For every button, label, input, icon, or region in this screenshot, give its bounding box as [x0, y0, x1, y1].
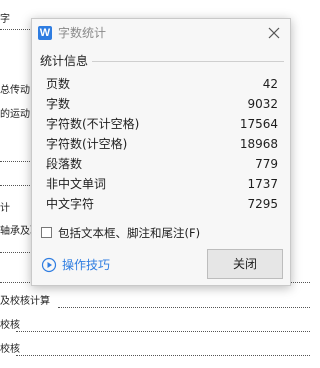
stat-row-chars-with-spaces: 字符数(计空格) 18968: [46, 134, 278, 154]
wps-writer-icon: W: [38, 26, 52, 40]
stat-value: 42: [262, 77, 278, 91]
toc-leader-dots: [0, 161, 30, 162]
stat-value: 1737: [247, 177, 278, 191]
stat-label: 字符数(计空格): [46, 137, 128, 151]
doc-text-line: 计: [0, 203, 10, 214]
stat-row-chinese-chars: 中文字符 7295: [46, 194, 278, 214]
stat-value: 18968: [239, 137, 278, 151]
stat-row-chars-no-spaces: 字符数(不计空格) 17564: [46, 114, 278, 134]
toc-leader-dots: [0, 29, 30, 30]
toc-leader-dots: [0, 185, 30, 186]
doc-text-line: 的运动: [0, 109, 30, 120]
stat-label: 中文字符: [46, 197, 95, 211]
stat-row-pages: 页数 42: [46, 74, 278, 94]
doc-text-line: 总传动: [0, 85, 30, 96]
toc-leader-dots: [0, 252, 30, 253]
stat-label: 段落数: [46, 157, 83, 171]
toc-leader-dots: [16, 331, 310, 332]
stat-label: 非中文单词: [46, 177, 107, 191]
statistics-list: 页数 42 字数 9032 字符数(不计空格) 17564 字符数(计空格) 1…: [46, 74, 278, 214]
tips-link-label[interactable]: 操作技巧: [62, 256, 110, 274]
stat-value: 17564: [239, 117, 278, 131]
checkbox-box[interactable]: [41, 227, 52, 238]
toc-leader-dots: [16, 355, 310, 356]
dialog-titlebar[interactable]: W 字数统计: [32, 19, 290, 47]
play-circle-icon[interactable]: [41, 257, 57, 273]
stat-row-non-chinese-words: 非中文单词 1737: [46, 174, 278, 194]
checkbox-label[interactable]: 包括文本框、脚注和尾注(F): [58, 225, 200, 241]
close-button[interactable]: 关闭: [207, 249, 283, 279]
stat-value: 9032: [247, 97, 278, 111]
stat-label: 页数: [46, 77, 71, 91]
word-count-dialog: W 字数统计 统计信息 页数 42 字数 9032 字符数(不计空格) 1756…: [31, 18, 291, 286]
stat-value: 7295: [247, 197, 278, 211]
stat-label: 字符数(不计空格): [46, 117, 140, 131]
statistics-group-header: 统计信息: [40, 53, 284, 69]
stat-row-paragraphs: 段落数 779: [46, 154, 278, 174]
close-icon[interactable]: [266, 25, 282, 41]
statistics-group-title: 统计信息: [40, 53, 93, 69]
stat-value: 779: [255, 157, 278, 171]
stat-label: 字数: [46, 97, 71, 111]
doc-text-line: 字: [0, 14, 10, 25]
toc-leader-dots: [58, 307, 310, 308]
doc-text-line: 及校核计算: [0, 296, 50, 307]
stat-row-words: 字数 9032: [46, 94, 278, 114]
dialog-title: 字数统计: [58, 26, 107, 40]
